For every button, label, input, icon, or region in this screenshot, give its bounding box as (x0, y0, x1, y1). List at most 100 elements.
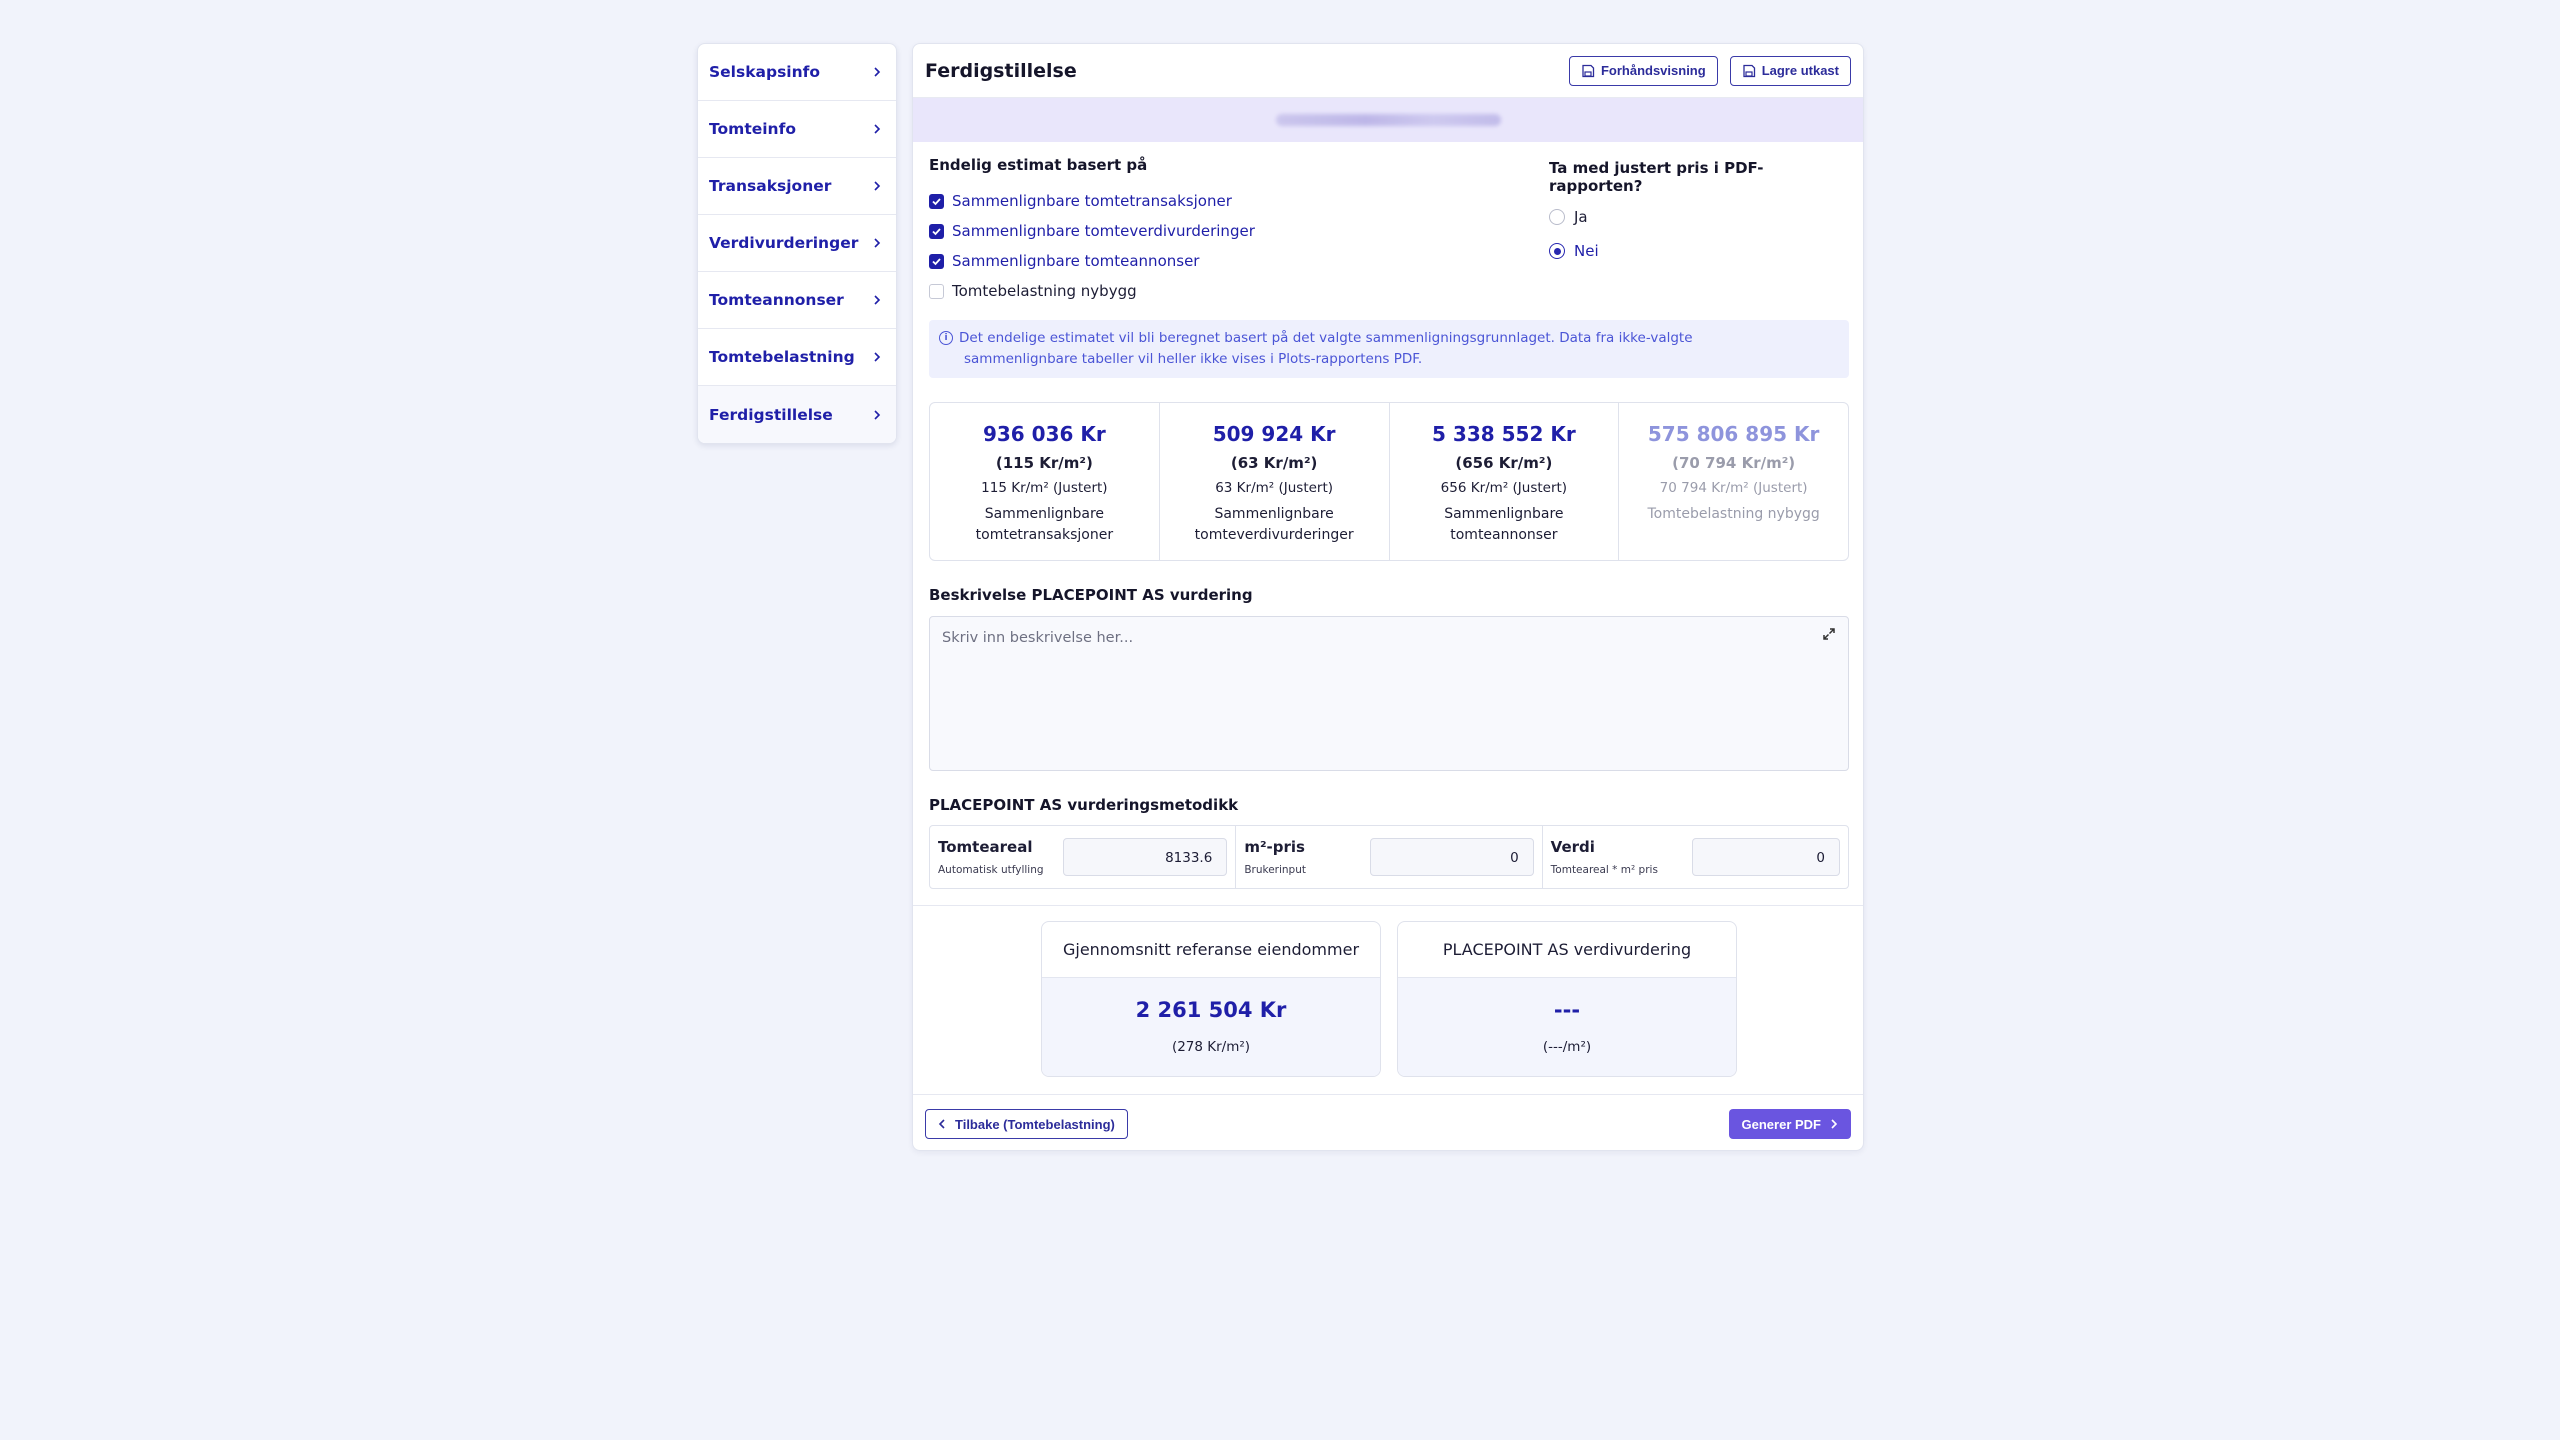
chevron-right-icon (874, 181, 881, 191)
stat-name-line1: Tomtebelastning nybygg (1647, 506, 1820, 522)
sidebar-item-label: Tomtebelastning (709, 348, 855, 366)
description-textarea[interactable]: Skriv inn beskrivelse her... (929, 616, 1849, 771)
stat-tomteverdivurderinger: 509 924 Kr (63 Kr/m²) 63 Kr/m² (Justert)… (1160, 403, 1390, 560)
summary-title: PLACEPOINT AS verdivurdering (1398, 922, 1736, 978)
stat-adjusted: 70 794 Kr/m² (Justert) (1659, 480, 1808, 496)
chevron-right-icon (874, 238, 881, 248)
summary-value: 2 261 504 Kr (1135, 998, 1287, 1022)
method-label: PLACEPOINT AS vurderingsmetodikk (929, 796, 1239, 814)
stat-per-m2: (63 Kr/m²) (1230, 454, 1318, 472)
stat-name-line1: Sammenlignbare (984, 506, 1105, 522)
stat-name-line2: tomtetransaksjoner (975, 527, 1114, 543)
address-banner (913, 98, 1863, 142)
divider (913, 1094, 1863, 1095)
radio-unselected-icon[interactable] (1549, 209, 1565, 225)
stat-name-line2: tomteannonser (1450, 527, 1558, 543)
stat-value: 575 806 895 Kr (1647, 422, 1820, 446)
preview-button[interactable]: Forhåndsvisning (1568, 55, 1718, 86)
method-field-verdi: Verdi Tomteareal * m² pris 0 (1543, 826, 1848, 888)
tomteareal-input[interactable]: 8133.6 (1063, 838, 1228, 876)
sidebar-item-label: Tomteannonser (709, 291, 844, 309)
chevron-left-icon (938, 1119, 945, 1129)
page-title: Ferdigstillelse (925, 59, 1077, 82)
checkbox-label: Sammenlignbare tomteverdivurderinger (952, 222, 1255, 240)
sidebar-item-label: Ferdigstillelse (709, 405, 833, 424)
generate-pdf-button[interactable]: Generer PDF (1728, 1109, 1851, 1139)
checkbox-checked-icon[interactable] (929, 193, 944, 209)
radio-option-nei[interactable]: Nei (1549, 234, 1849, 268)
pdf-option-group: Ta med justert pris i PDF-rapporten? Ja … (1549, 156, 1849, 268)
chevron-right-icon (874, 295, 881, 305)
stat-tomteannonser: 5 338 552 Kr (656 Kr/m²) 656 Kr/m² (Just… (1390, 403, 1620, 560)
method-field-tomteareal: Tomteareal Automatisk utfylling 8133.6 (930, 826, 1237, 888)
stat-adjusted: 115 Kr/m² (Justert) (981, 480, 1108, 496)
sidebar-item-transaksjoner[interactable]: Transaksjoner (698, 158, 896, 215)
sidebar-item-selskapsinfo[interactable]: Selskapsinfo (698, 44, 896, 101)
description-label: Beskrivelse PLACEPOINT AS vurdering (929, 586, 1253, 604)
stat-per-m2: (115 Kr/m²) (995, 454, 1093, 472)
summary-per-m2: (---/m²) (1542, 1039, 1592, 1055)
save-document-icon (1582, 64, 1595, 77)
main-card: Ferdigstillelse Forhåndsvisning Lagre ut… (912, 43, 1864, 1151)
back-button-label: Tilbake (Tomtebelastning) (955, 1116, 1115, 1132)
method-field-title: Verdi (1550, 838, 1595, 856)
checkbox-label: Sammenlignbare tomtetransaksjoner (952, 192, 1232, 210)
chevron-right-icon (874, 124, 881, 134)
sidebar-item-label: Transaksjoner (709, 177, 832, 195)
radio-label: Ja (1574, 208, 1588, 226)
radio-selected-icon[interactable] (1549, 243, 1565, 259)
stat-name-line2: tomteverdivurderinger (1194, 527, 1354, 543)
method-field-title: Tomteareal (938, 838, 1033, 856)
chevron-right-icon (874, 67, 881, 77)
sidebar-item-tomtebelastning[interactable]: Tomtebelastning (698, 329, 896, 386)
summary-value: --- (1553, 998, 1581, 1022)
sidebar-item-ferdigstillelse[interactable]: Ferdigstillelse (698, 386, 896, 443)
expand-icon[interactable] (1822, 627, 1836, 641)
estimate-stats: 936 036 Kr (115 Kr/m²) 115 Kr/m² (Juster… (929, 402, 1849, 561)
stat-value: 509 924 Kr (1212, 422, 1336, 446)
stat-name-line1: Sammenlignbare (1444, 506, 1564, 522)
checkbox-label: Sammenlignbare tomteannonser (952, 252, 1200, 270)
info-message: i Det endelige estimatet vil bli beregne… (929, 320, 1849, 378)
verdi-input[interactable]: 0 (1691, 838, 1840, 876)
stat-value: 5 338 552 Kr (1432, 422, 1576, 446)
save-draft-button[interactable]: Lagre utkast (1729, 55, 1851, 86)
sidebar-nav: Selskapsinfo Tomteinfo Transaksjoner Ver… (697, 43, 897, 444)
summary-placepoint-card: PLACEPOINT AS verdivurdering --- (---/m²… (1397, 921, 1737, 1077)
stat-name-line1: Sammenlignbare (1214, 506, 1334, 522)
checkbox-checked-icon[interactable] (929, 223, 944, 239)
checkbox-label: Tomtebelastning nybygg (952, 282, 1137, 300)
pdf-option-question: Ta med justert pris i PDF-rapporten? (1549, 159, 1764, 195)
method-field-m2-pris: m²-pris Brukerinput 0 (1236, 826, 1543, 888)
stat-per-m2: (656 Kr/m²) (1455, 454, 1553, 472)
sidebar-item-tomteinfo[interactable]: Tomteinfo (698, 101, 896, 158)
method-field-sub: Brukerinput (1244, 864, 1306, 876)
method-table: Tomteareal Automatisk utfylling 8133.6 m… (929, 825, 1849, 889)
summary-reference-card: Gjennomsnitt referanse eiendommer 2 261 … (1041, 921, 1381, 1077)
sidebar-item-verdivurderinger[interactable]: Verdivurderinger (698, 215, 896, 272)
sidebar-item-label: Selskapsinfo (709, 63, 821, 81)
method-field-sub: Automatisk utfylling (938, 864, 1044, 876)
checkbox-checked-icon[interactable] (929, 253, 944, 269)
back-button[interactable]: Tilbake (Tomtebelastning) (925, 1109, 1128, 1139)
description-placeholder: Skriv inn beskrivelse her... (942, 630, 1134, 646)
stat-adjusted: 63 Kr/m² (Justert) (1215, 480, 1334, 496)
checkbox-unchecked-icon[interactable] (929, 283, 944, 299)
info-text-line2: sammenlignbare tabeller vil heller ikke … (964, 351, 1423, 367)
stat-per-m2: (70 794 Kr/m²) (1672, 454, 1796, 472)
stat-adjusted: 656 Kr/m² (Justert) (1440, 480, 1568, 496)
estimate-section: Endelig estimat basert på Sammenlignbare… (929, 156, 1849, 306)
sidebar-item-label: Tomteinfo (709, 120, 796, 138)
stat-tomtetransaksjoner: 936 036 Kr (115 Kr/m²) 115 Kr/m² (Juster… (930, 403, 1160, 560)
sidebar-item-label: Verdivurderinger (709, 234, 859, 252)
blurred-address (1275, 114, 1501, 126)
chevron-right-icon (1831, 1119, 1838, 1129)
stat-value: 936 036 Kr (982, 422, 1106, 446)
radio-option-ja[interactable]: Ja (1549, 200, 1849, 234)
stat-tomtebelastning: 575 806 895 Kr (70 794 Kr/m²) 70 794 Kr/… (1619, 403, 1848, 560)
sidebar-item-tomteannonser[interactable]: Tomteannonser (698, 272, 896, 329)
checkbox-tomtebelastning[interactable]: Tomtebelastning nybygg (929, 276, 1849, 306)
preview-button-label: Forhåndsvisning (1600, 63, 1706, 78)
m2-pris-input[interactable]: 0 (1369, 838, 1534, 876)
method-field-title: m²-pris (1244, 838, 1305, 856)
